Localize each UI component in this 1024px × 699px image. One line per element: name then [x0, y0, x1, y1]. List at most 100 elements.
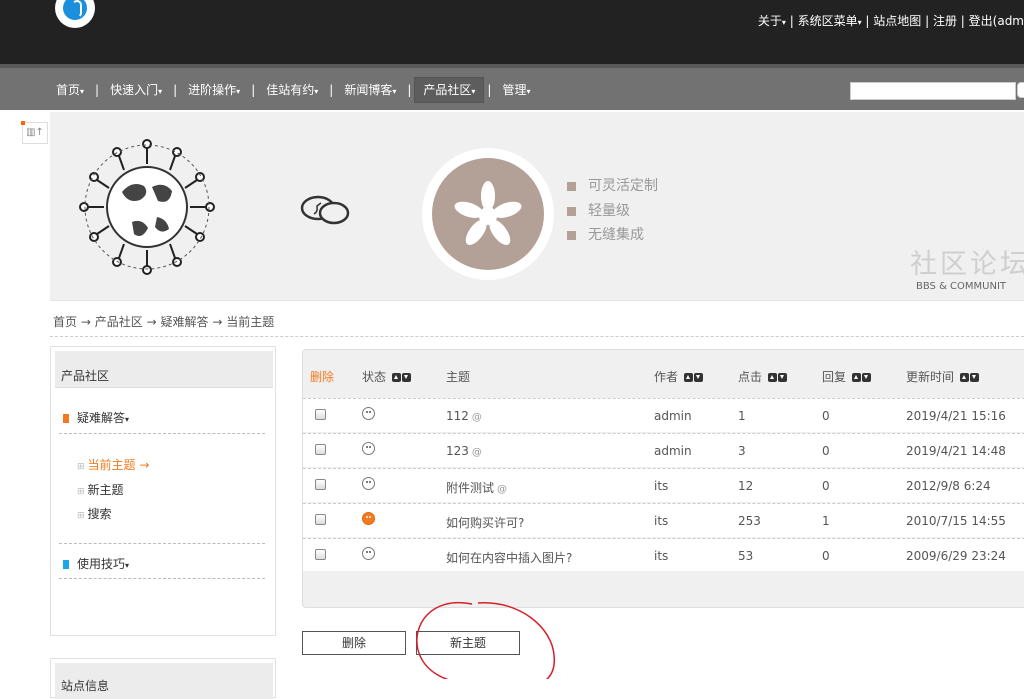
- sort-icon[interactable]: [852, 371, 872, 385]
- top-link-system-menu[interactable]: 系统区菜单▾: [798, 14, 862, 28]
- cell-replies: 0: [822, 444, 830, 458]
- nav-item-news-blog[interactable]: 新闻博客▾: [336, 78, 404, 102]
- top-links: 关于▾ | 系统区菜单▾ | 站点地图 | 注册 | 登出(adm: [757, 14, 1024, 28]
- sidebar-item-new-topics[interactable]: ⊞ 新主题: [77, 481, 124, 498]
- table-row: 如何在内容中插入图片? its 53 0 2009/6/29 23:24: [303, 538, 1024, 571]
- cell-replies: 0: [822, 549, 830, 563]
- row-checkbox[interactable]: [315, 409, 326, 420]
- topic-link[interactable]: 如何购买许可?: [446, 514, 524, 531]
- sidebar-title: 站点信息: [55, 663, 273, 699]
- arrow-right-icon: →: [212, 315, 223, 329]
- feature-item: 轻量级: [567, 200, 630, 220]
- grid-dot-icon: ⊞: [77, 462, 85, 472]
- nav-item-home[interactable]: 首页▾: [48, 78, 92, 102]
- arrow-right-icon: →: [80, 315, 91, 329]
- table-row: 附件测试 @ its 12 0 2012/9/8 6:24: [303, 468, 1024, 502]
- top-link-logout[interactable]: 登出(adm: [969, 14, 1024, 28]
- sort-icon[interactable]: [684, 371, 704, 385]
- site-logo[interactable]: [55, 0, 95, 28]
- brand-title-cn: 社区论坛: [910, 249, 1024, 280]
- cell-replies: 0: [822, 409, 830, 423]
- grid-dot-icon: ⊞: [77, 511, 85, 521]
- logo-mark-icon: [63, 0, 87, 20]
- breadcrumb-link[interactable]: 疑难解答: [160, 315, 208, 329]
- header-author: 作者: [654, 368, 704, 385]
- row-checkbox[interactable]: [315, 444, 326, 455]
- community-banner: 可灵活定制 轻量级 无缝集成 社区论坛 BBS & COMMUNIT: [50, 112, 1024, 301]
- cell-author: its: [654, 549, 669, 563]
- cell-clicks: 53: [738, 549, 754, 563]
- topic-link[interactable]: 123 @: [446, 444, 482, 458]
- table-row: 123 @ admin 3 0 2019/4/21 14:48: [303, 433, 1024, 467]
- new-topic-button[interactable]: 新主题: [416, 631, 520, 655]
- sidebar-title: 产品社区: [55, 351, 273, 388]
- breadcrumb-current: 当前主题: [226, 315, 275, 329]
- breadcrumb-link[interactable]: 产品社区: [95, 315, 143, 329]
- delete-button[interactable]: 删除: [302, 631, 406, 655]
- feature-bullet-icon: [567, 206, 576, 216]
- arrow-right-icon: →: [139, 458, 150, 472]
- arrow-right-icon: →: [146, 315, 157, 329]
- sidebar-category-troubleshooting[interactable]: 疑难解答▾: [63, 409, 129, 426]
- sidebar: 产品社区 疑难解答▾ ⊞ 当前主题 → ⊞ 新主题 ⊞ 搜索 使用技巧▾: [50, 346, 276, 636]
- status-hot-icon: [362, 512, 375, 525]
- header-topic: 主题: [446, 370, 471, 384]
- feature-bullet-icon: [567, 181, 576, 191]
- nav-item-showcase[interactable]: 佳站有约▾: [258, 78, 326, 102]
- cell-replies: 0: [822, 479, 830, 493]
- row-checkbox[interactable]: [315, 514, 326, 525]
- cell-clicks: 3: [738, 444, 746, 458]
- topic-link[interactable]: 如何在内容中插入图片?: [446, 549, 572, 566]
- globe-people-illustration: [79, 139, 215, 275]
- nav-item-community[interactable]: 产品社区▾: [414, 77, 485, 103]
- header-delete[interactable]: 删除: [310, 368, 334, 385]
- search-button[interactable]: [1017, 82, 1024, 98]
- sidebar-toggle-icon[interactable]: ▥↑: [21, 121, 48, 144]
- table-row: 112 @ admin 1 0 2019/4/21 15:16: [303, 398, 1024, 432]
- sort-icon[interactable]: [768, 371, 788, 385]
- breadcrumb: 首页 → 产品社区 → 疑难解答 → 当前主题: [53, 313, 274, 330]
- breadcrumb-link[interactable]: 首页: [53, 315, 77, 329]
- feature-circle-inner: [432, 158, 544, 270]
- topic-link[interactable]: 附件测试 @: [446, 479, 507, 496]
- row-checkbox[interactable]: [315, 549, 326, 560]
- sidebar-category-tips[interactable]: 使用技巧▾: [63, 555, 129, 572]
- top-link-about[interactable]: 关于▾: [758, 14, 786, 28]
- attachment-icon: @: [471, 412, 482, 423]
- cell-clicks: 12: [738, 479, 754, 493]
- nav-item-admin[interactable]: 管理▾: [494, 78, 538, 102]
- attachment-icon: @: [497, 484, 508, 495]
- topic-link[interactable]: 112 @: [446, 409, 482, 423]
- status-normal-icon: [362, 442, 375, 455]
- cell-updated: 2012/9/8 6:24: [906, 479, 991, 493]
- feature-item: 无缝集成: [567, 224, 644, 244]
- header-clicks: 点击: [738, 368, 788, 385]
- status-normal-icon: [362, 547, 375, 560]
- cell-updated: 2010/7/15 14:55: [906, 514, 1006, 528]
- sort-icon[interactable]: [392, 371, 412, 385]
- cell-clicks: 253: [738, 514, 761, 528]
- table-row: 如何购买许可? its 253 1 2010/7/15 14:55: [303, 503, 1024, 537]
- cell-author: its: [654, 514, 669, 528]
- topics-table: 删除 状态 主题 作者 点击 回复 更新时间 112 @ admin 1 0 20…: [302, 349, 1024, 608]
- divider: [59, 543, 265, 544]
- cell-clicks: 1: [738, 409, 746, 423]
- sidebar-item-current-topics[interactable]: ⊞ 当前主题 →: [77, 456, 149, 473]
- divider: [50, 336, 1024, 337]
- feature-item: 可灵活定制: [567, 175, 658, 195]
- cell-updated: 2019/4/21 15:16: [906, 409, 1006, 423]
- top-link-sitemap[interactable]: 站点地图: [873, 14, 921, 28]
- row-checkbox[interactable]: [315, 479, 326, 490]
- top-link-register[interactable]: 注册: [933, 14, 957, 28]
- feature-circle: [422, 148, 554, 280]
- nav-item-advanced[interactable]: 进阶操作▾: [180, 78, 248, 102]
- divider: [59, 433, 265, 434]
- feature-bullet-icon: [567, 230, 576, 240]
- divider: [59, 578, 265, 579]
- chat-bubbles-icon: [300, 195, 350, 225]
- nav-item-quickstart[interactable]: 快速入门▾: [102, 78, 170, 102]
- sort-icon[interactable]: [960, 371, 980, 385]
- search-input[interactable]: [850, 82, 1016, 100]
- sidebar-item-search[interactable]: ⊞ 搜索: [77, 505, 112, 522]
- cell-replies: 1: [822, 514, 830, 528]
